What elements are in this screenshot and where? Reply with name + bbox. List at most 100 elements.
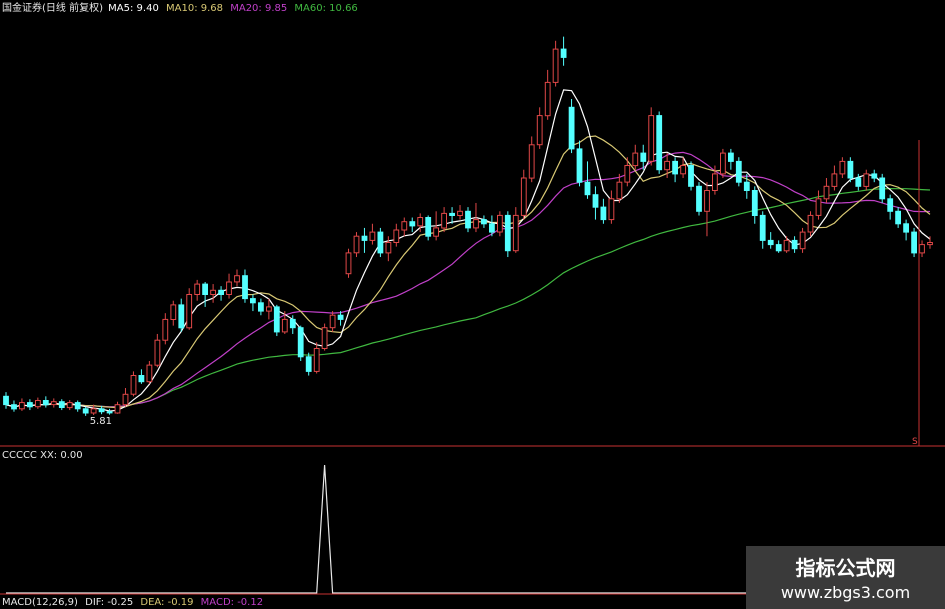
- candle-up: [369, 231, 376, 241]
- candle-down: [58, 401, 65, 409]
- candle-down: [688, 165, 694, 187]
- candle-down: [560, 48, 567, 58]
- candle-up: [162, 318, 169, 341]
- candle-down: [640, 152, 647, 162]
- candle-down: [27, 402, 33, 408]
- candle-up: [433, 227, 440, 237]
- candle-down: [911, 231, 918, 254]
- watermark-title: 指标公式网: [795, 556, 896, 580]
- candle-up: [50, 401, 57, 406]
- candle-up: [441, 212, 448, 229]
- candle-down: [297, 327, 304, 358]
- candle-up: [528, 144, 535, 179]
- candle-up: [321, 327, 328, 350]
- candle-up: [122, 393, 129, 406]
- candle-up: [497, 214, 503, 233]
- candle-down: [425, 217, 432, 237]
- candle-up: [19, 402, 25, 410]
- candle-up: [457, 210, 463, 217]
- candle-up: [799, 231, 806, 250]
- candle-up: [329, 314, 336, 329]
- candle-down: [377, 231, 384, 254]
- candle-up: [66, 402, 73, 409]
- candle-up: [281, 318, 288, 333]
- candle-down: [242, 275, 248, 300]
- candle-up: [815, 198, 822, 216]
- watermark: 指标公式网 www.zbgs3.com: [746, 546, 945, 609]
- candle-up: [226, 281, 232, 295]
- candle-up: [154, 339, 161, 366]
- candle-up: [632, 152, 639, 167]
- candle-up: [512, 214, 519, 252]
- candle-down: [592, 194, 599, 208]
- candle-up: [353, 235, 360, 254]
- candle-down: [879, 177, 886, 200]
- candle-down: [775, 244, 782, 252]
- indicator-header: CCCCC XX: 0.00: [2, 450, 83, 461]
- candle-down: [11, 404, 17, 410]
- candle-up: [616, 181, 623, 200]
- candle-down: [728, 152, 734, 162]
- candle-down: [751, 190, 758, 216]
- candle-up: [712, 173, 718, 191]
- candle-up: [90, 408, 97, 414]
- candle-up: [544, 81, 551, 117]
- candle-down: [465, 210, 471, 229]
- candle-down: [871, 173, 878, 179]
- candle-up: [194, 283, 201, 296]
- axis-marker: S: [912, 437, 918, 447]
- candle-up: [720, 152, 726, 175]
- candle-down: [202, 283, 208, 296]
- candle-up: [234, 275, 240, 283]
- candle-down: [656, 115, 663, 171]
- candle-up: [35, 400, 41, 408]
- watermark-url: www.zbgs3.com: [780, 583, 911, 602]
- candle-down: [584, 181, 591, 196]
- candle-up: [624, 165, 631, 183]
- macd-name: MACD(12,26,9): [2, 597, 78, 608]
- candle-up: [552, 48, 559, 83]
- candle-up: [831, 173, 838, 187]
- ma10-line: [5, 135, 931, 409]
- candle-up: [664, 160, 671, 171]
- candle-down: [696, 185, 702, 212]
- candle-down: [504, 214, 511, 252]
- candle-down: [743, 181, 750, 191]
- moving-average-lines: [5, 89, 931, 412]
- candle-down: [337, 314, 344, 320]
- candle-up: [783, 239, 790, 252]
- ma10-label: MA10: 9.68: [166, 3, 224, 14]
- candle-down: [218, 289, 224, 295]
- candle-up: [313, 348, 320, 372]
- candle-down: [767, 239, 774, 246]
- candle-up: [186, 294, 193, 329]
- candlesticks: [3, 36, 933, 416]
- chart-axes: [0, 140, 945, 595]
- ma5-label: MA5: 9.40: [108, 3, 159, 14]
- candle-down: [178, 304, 185, 329]
- kline-chart[interactable]: 5.81 S: [0, 0, 945, 609]
- candle-down: [735, 160, 742, 183]
- candle-up: [839, 160, 846, 175]
- candle-down: [98, 408, 105, 413]
- candle-up: [345, 252, 352, 275]
- low-price-annotation: 5.81: [90, 416, 112, 427]
- candle-up: [266, 306, 272, 312]
- candle-down: [791, 239, 798, 250]
- candle-up: [919, 244, 925, 254]
- candle-down: [273, 306, 280, 333]
- candle-up: [210, 289, 216, 295]
- chart-header: 国金证券(日线 前复权) MA5: 9.40 MA10: 9.68 MA20: …: [2, 3, 358, 15]
- candle-up: [417, 217, 424, 227]
- candle-down: [409, 221, 416, 227]
- candle-down: [74, 402, 81, 410]
- macd-header: MACD(12,26,9) DIF: -0.25 DEA: -0.19 MACD…: [2, 597, 263, 609]
- candle-down: [672, 160, 679, 175]
- candle-down: [449, 212, 456, 216]
- candle-up: [146, 364, 153, 383]
- candle-up: [536, 115, 543, 146]
- dif-label: DIF: -0.25: [85, 597, 134, 608]
- candle-down: [576, 148, 583, 183]
- candle-up: [130, 375, 137, 395]
- candle-up: [473, 219, 479, 229]
